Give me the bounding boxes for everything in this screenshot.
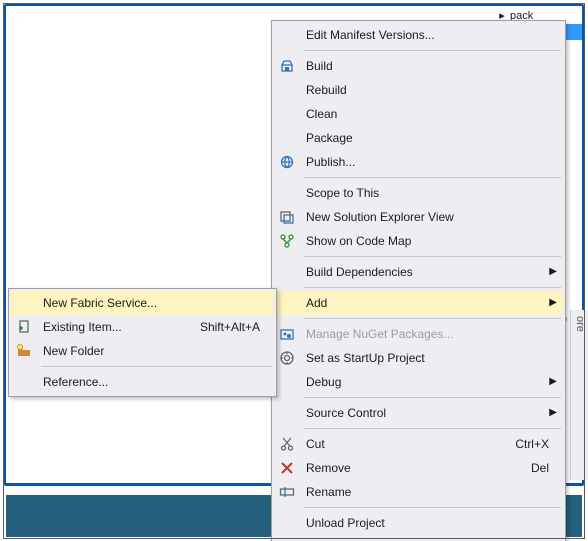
submenu-arrow-icon: ▶ [549,260,557,284]
no-icon [278,105,296,123]
no-icon [278,26,296,44]
add-submenu[interactable]: New Fabric Service... Existing Item... Shi… [8,288,277,397]
cut-icon [278,435,296,453]
no-icon [278,404,296,422]
menu-item-edit-manifest-versions[interactable]: Edit Manifest Versions... [274,23,563,47]
menu-item-label: Build [306,59,333,73]
no-icon [278,184,296,202]
menu-item-shortcut: Del [531,456,549,480]
menu-item-label: Set as StartUp Project [306,351,425,365]
menu-item-publish[interactable]: Publish... [274,150,563,174]
menu-separator [304,50,561,51]
menu-item-manage-nuget-packages: Manage NuGet Packages... [274,322,563,346]
menu-item-label: Show on Code Map [306,234,411,248]
menu-item-cut[interactable]: Cut Ctrl+X [274,432,563,456]
submenu-arrow-icon: ▶ [549,291,557,315]
no-icon [278,129,296,147]
menu-item-clean[interactable]: Clean [274,102,563,126]
new-folder-icon [15,342,33,360]
menu-item-package[interactable]: Package [274,126,563,150]
submenu-arrow-icon: ▶ [549,370,557,394]
menu-item-label: Build Dependencies [306,265,413,279]
menu-item-scope-to-this[interactable]: Scope to This [274,181,563,205]
menu-separator [304,507,561,508]
menu-item-new-folder[interactable]: New Folder [11,339,274,363]
menu-item-label: Manage NuGet Packages... [306,327,453,341]
menu-item-label: Publish... [306,155,355,169]
build-icon [278,57,296,75]
menu-item-label: Rebuild [306,83,347,97]
vs-side-tabs: orePronatader [570,310,588,480]
no-icon [278,263,296,281]
menu-item-label: Cut [306,437,325,451]
menu-item-label: Unload Project [306,516,385,530]
menu-item-set-as-startup-project[interactable]: Set as StartUp Project [274,346,563,370]
menu-separator [304,256,561,257]
code-map-icon [278,232,296,250]
menu-item-label: Package [306,131,353,145]
no-icon [278,373,296,391]
no-icon [278,81,296,99]
menu-separator [41,366,272,367]
menu-item-label: New Folder [43,344,104,358]
menu-item-label: Rename [306,485,351,499]
menu-item-rebuild[interactable]: Rebuild [274,78,563,102]
context-menu[interactable]: Edit Manifest Versions... Build Rebuild Cle… [271,20,566,541]
menu-item-add[interactable]: Add ▶ [274,291,563,315]
no-icon [278,514,296,532]
menu-item-label: Remove [306,461,351,475]
menu-separator [304,287,561,288]
menu-item-label: Clean [306,107,337,121]
menu-item-build[interactable]: Build [274,54,563,78]
rename-icon [278,483,296,501]
side-tab[interactable]: ore [571,310,588,346]
menu-item-new-solution-explorer-view[interactable]: New Solution Explorer View [274,205,563,229]
remove-icon [278,459,296,477]
menu-item-label: Existing Item... [43,320,122,334]
startup-icon [278,349,296,367]
no-icon [278,294,296,312]
menu-item-debug[interactable]: Debug ▶ [274,370,563,394]
menu-item-label: New Solution Explorer View [306,210,454,224]
menu-item-show-on-code-map[interactable]: Show on Code Map [274,229,563,253]
no-icon [15,373,33,391]
menu-item-label: Debug [306,375,341,389]
menu-item-rename[interactable]: Rename [274,480,563,504]
menu-item-reference[interactable]: Reference... [11,370,274,394]
publish-icon [278,153,296,171]
menu-item-source-control[interactable]: Source Control ▶ [274,401,563,425]
menu-item-shortcut: Ctrl+X [515,432,549,456]
menu-item-remove[interactable]: Remove Del [274,456,563,480]
menu-separator [304,177,561,178]
menu-separator [304,318,561,319]
menu-separator [304,428,561,429]
menu-item-build-dependencies[interactable]: Build Dependencies ▶ [274,260,563,284]
menu-item-label: Scope to This [306,186,379,200]
no-icon [15,294,33,312]
menu-item-shortcut: Shift+Alt+A [200,315,260,339]
submenu-arrow-icon: ▶ [549,401,557,425]
menu-item-label: Edit Manifest Versions... [306,28,435,42]
menu-item-unload-project[interactable]: Unload Project [274,511,563,535]
menu-item-label: Reference... [43,375,108,389]
new-view-icon [278,208,296,226]
nuget-icon [278,325,296,343]
menu-item-label: New Fabric Service... [43,296,157,310]
menu-item-label: Add [306,296,327,310]
menu-separator [304,538,561,539]
menu-item-new-fabric-service[interactable]: New Fabric Service... [11,291,274,315]
menu-separator [304,397,561,398]
menu-item-existing-item[interactable]: Existing Item... Shift+Alt+A [11,315,274,339]
menu-item-label: Source Control [306,406,386,420]
existing-item-icon [15,318,33,336]
